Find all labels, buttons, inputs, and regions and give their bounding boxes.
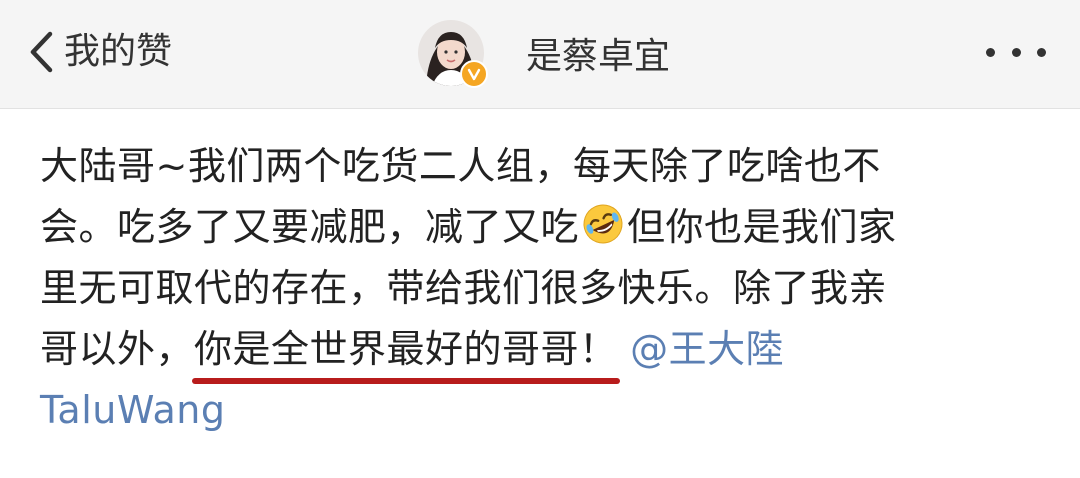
- post-line: 会。吃多了又要减肥，减了又吃 但你也是我们家: [40, 197, 1050, 258]
- verified-badge-icon: [460, 60, 488, 88]
- top-navigation-bar: 我的赞 是蔡卓宜: [0, 0, 1080, 109]
- more-dots-icon: [986, 47, 995, 57]
- chevron-left-icon: [30, 31, 53, 73]
- post-line: 里无可取代的存在，带给我们很多快乐。除了我亲: [40, 258, 1050, 319]
- red-underline: [192, 378, 620, 384]
- mention-link[interactable]: @王大陸: [630, 327, 784, 371]
- rofl-emoji-icon: [583, 204, 623, 244]
- more-dot: [1011, 47, 1021, 57]
- post-line: 大陆哥~我们两个吃货二人组，每天除了吃啥也不: [40, 136, 1050, 197]
- back-button[interactable]: 我的赞: [28, 24, 172, 80]
- profile-header[interactable]: 是蔡卓宜: [418, 16, 670, 90]
- post-text-segment: 但你也是我们家: [627, 205, 897, 249]
- highlighted-phrase: 你是全世界最好的哥哥！: [192, 319, 620, 384]
- more-options-button[interactable]: [986, 40, 1046, 64]
- username[interactable]: 是蔡卓宜: [526, 27, 670, 79]
- post-line: 哥以外，你是全世界最好的哥哥！ @王大陸: [40, 319, 1050, 384]
- avatar[interactable]: [418, 20, 488, 88]
- post-line: TaluWang: [40, 380, 1050, 441]
- back-label: 我的赞: [64, 31, 173, 72]
- post-text-segment: 里无可取代的存在，带给我们很多快乐。除了我亲: [40, 266, 888, 310]
- more-dot: [1037, 47, 1046, 57]
- post-text: 大陆哥~我们两个吃货二人组，每天除了吃啥也不 会。吃多了又要减肥，减了又吃 但你…: [40, 136, 1050, 441]
- post-text-segment: 大陆哥~我们两个吃货二人组，每天除了吃啥也不: [40, 144, 881, 188]
- post-text-segment: 会。吃多了又要减肥，减了又吃: [40, 205, 580, 249]
- post-text-segment: 哥以外，: [40, 327, 195, 371]
- mention-link[interactable]: TaluWang: [40, 388, 225, 432]
- highlighted-text: 你是全世界最好的哥哥！: [194, 327, 618, 371]
